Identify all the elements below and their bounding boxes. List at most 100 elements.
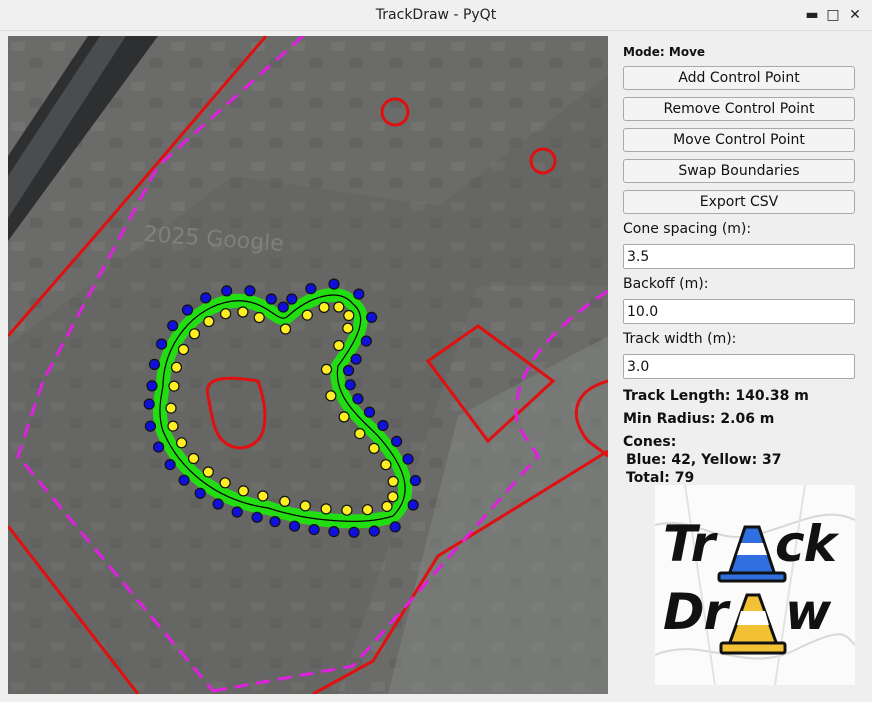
cone-marker[interactable] (143, 398, 155, 410)
cone-marker[interactable] (251, 511, 263, 523)
cone-marker[interactable] (363, 406, 376, 418)
cone-marker[interactable] (354, 428, 366, 440)
cone-marker[interactable] (320, 363, 333, 375)
cone-marker[interactable] (350, 353, 362, 365)
swap-boundaries-button[interactable]: Swap Boundaries (623, 159, 855, 183)
cone-marker[interactable] (348, 526, 360, 538)
trackdraw-logo: Tr ck Dr w (655, 485, 855, 685)
cone-marker[interactable] (257, 490, 269, 502)
cone-marker[interactable] (170, 361, 183, 373)
cone-marker[interactable] (200, 292, 212, 304)
close-icon[interactable]: ✕ (845, 5, 865, 25)
min-radius-text: Min Radius: 2.06 m (623, 411, 775, 427)
cone-marker[interactable] (342, 322, 354, 334)
cone-marker[interactable] (328, 278, 340, 290)
map-canvas[interactable]: 2025 Google (8, 36, 608, 694)
cone-marker[interactable] (164, 459, 176, 471)
cone-marker[interactable] (343, 309, 355, 322)
title-bar: TrackDraw - PyQt ▬ □ ✕ (0, 0, 872, 31)
cone-marker[interactable] (402, 453, 414, 465)
cone-marker[interactable] (333, 301, 345, 313)
cone-marker[interactable] (342, 364, 355, 377)
cone-marker[interactable] (387, 491, 399, 503)
cone-marker[interactable] (352, 393, 364, 405)
cone-marker[interactable] (325, 390, 337, 402)
cone-marker[interactable] (305, 283, 317, 295)
track-width-input[interactable] (623, 354, 855, 379)
cone-marker[interactable] (181, 304, 194, 316)
cone-marker[interactable] (269, 516, 281, 528)
cone-marker[interactable] (165, 402, 177, 414)
move-control-point-button[interactable]: Move Control Point (623, 128, 855, 152)
export-csv-button[interactable]: Export CSV (623, 190, 855, 214)
cone-marker[interactable] (221, 285, 233, 297)
cone-marker[interactable] (409, 474, 421, 487)
backoff-input[interactable] (623, 299, 855, 324)
cone-marker[interactable] (244, 285, 256, 297)
cone-marker[interactable] (301, 309, 313, 321)
cone-marker[interactable] (279, 323, 292, 335)
cone-marker[interactable] (188, 452, 200, 465)
cone-marker[interactable] (156, 338, 168, 350)
cone-marker[interactable] (167, 320, 179, 332)
cone-marker[interactable] (253, 311, 265, 324)
cone-marker[interactable] (194, 487, 206, 499)
cone-marker[interactable] (219, 477, 231, 489)
cone-marker[interactable] (146, 380, 158, 392)
cone-marker[interactable] (212, 498, 224, 510)
track-length-text: Track Length: 140.38 m (623, 388, 809, 404)
cone-marker[interactable] (188, 328, 201, 340)
logo-text-line1-end: ck (775, 515, 837, 573)
control-panel: Mode: Move Add Control Point Remove Cont… (623, 36, 855, 487)
cone-marker[interactable] (231, 506, 243, 518)
cone-marker[interactable] (178, 474, 190, 486)
cone-marker[interactable] (344, 379, 356, 391)
cone-marker[interactable] (177, 343, 190, 356)
logo-text-line2-start: Dr (663, 583, 728, 641)
cone-marker[interactable] (366, 311, 378, 323)
cone-marker[interactable] (153, 441, 165, 453)
cone-marker[interactable] (389, 521, 401, 533)
cone-marker[interactable] (353, 288, 365, 300)
cone-marker[interactable] (277, 301, 289, 313)
cone-marker[interactable] (333, 339, 345, 352)
cone-marker[interactable] (299, 500, 311, 512)
remove-control-point-button[interactable]: Remove Control Point (623, 97, 855, 121)
cone-marker[interactable] (320, 503, 332, 515)
cone-marker[interactable] (167, 420, 179, 432)
cone-marker[interactable] (144, 420, 156, 432)
cone-marker[interactable] (361, 504, 374, 516)
cone-marker[interactable] (380, 459, 392, 471)
cone-marker[interactable] (308, 524, 320, 536)
maximize-icon[interactable]: □ (823, 5, 843, 25)
cone-marker[interactable] (202, 466, 214, 478)
cone-marker[interactable] (341, 504, 353, 516)
cone-marker[interactable] (391, 435, 403, 447)
cone-marker[interactable] (148, 358, 161, 370)
cone-marker[interactable] (360, 335, 372, 347)
map-drawing[interactable]: 2025 Google (8, 36, 608, 694)
mode-label: Mode: Move (623, 45, 706, 59)
cone-marker[interactable] (318, 301, 330, 313)
cone-marker[interactable] (220, 308, 232, 320)
cone-marker[interactable] (377, 419, 389, 432)
cone-marker[interactable] (407, 499, 419, 511)
cone-marker[interactable] (176, 437, 188, 449)
cone-marker[interactable] (368, 442, 380, 454)
cone-marker[interactable] (328, 526, 340, 538)
cone-marker[interactable] (237, 306, 249, 318)
cone-marker[interactable] (288, 520, 301, 532)
add-control-point-button[interactable]: Add Control Point (623, 66, 855, 90)
cone-marker[interactable] (286, 293, 298, 305)
cone-marker[interactable] (368, 525, 380, 537)
cone-marker[interactable] (265, 293, 277, 305)
cone-marker[interactable] (279, 495, 291, 507)
minimize-icon[interactable]: ▬ (802, 5, 822, 25)
cone-marker[interactable] (338, 411, 350, 423)
cone-marker[interactable] (381, 500, 393, 512)
cone-spacing-input[interactable] (623, 244, 855, 269)
cone-marker[interactable] (237, 485, 249, 497)
cone-marker[interactable] (387, 475, 399, 488)
cone-marker[interactable] (203, 315, 215, 328)
cone-marker[interactable] (168, 380, 180, 392)
